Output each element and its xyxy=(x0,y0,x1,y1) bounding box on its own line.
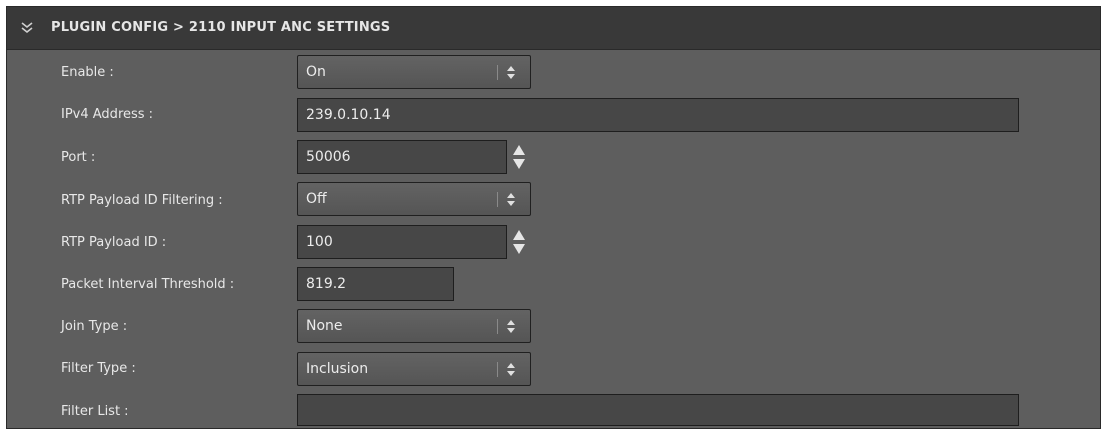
plugin-config-panel: PLUGIN CONFIG > 2110 INPUT ANC SETTINGS … xyxy=(6,6,1101,429)
select-divider xyxy=(497,65,498,80)
packet-interval-threshold-field[interactable]: 819.2 xyxy=(297,267,454,301)
ipv4-address-field[interactable]: 239.0.10.14 xyxy=(297,98,1019,132)
port-label: Port : xyxy=(61,150,96,165)
filter-list-label: Filter List : xyxy=(61,404,129,419)
rtp-payload-filtering-value: Off xyxy=(306,191,327,207)
rtp-payload-id-label: RTP Payload ID : xyxy=(61,235,167,250)
filter-list-field[interactable] xyxy=(297,394,1019,426)
ipv4-address-label: IPv4 Address : xyxy=(61,107,154,122)
select-divider xyxy=(497,319,498,334)
filter-type-value: Inclusion xyxy=(306,361,369,377)
rtp-payload-filtering-select[interactable]: Off xyxy=(297,182,531,216)
panel-header[interactable]: PLUGIN CONFIG > 2110 INPUT ANC SETTINGS xyxy=(7,7,1100,50)
double-chevron-down-icon[interactable] xyxy=(20,21,34,35)
enable-select[interactable]: On xyxy=(297,55,531,89)
up-down-arrows-icon xyxy=(507,363,515,376)
enable-label: Enable : xyxy=(61,65,114,80)
rtp-payload-id-stepper-icon[interactable] xyxy=(511,227,527,257)
filter-type-select[interactable]: Inclusion xyxy=(297,352,531,386)
join-type-select[interactable]: None xyxy=(297,309,531,343)
select-divider xyxy=(497,192,498,207)
up-down-arrows-icon xyxy=(507,193,515,206)
join-type-value: None xyxy=(306,318,343,334)
rtp-payload-filtering-label: RTP Payload ID Filtering : xyxy=(61,193,223,208)
packet-interval-threshold-label: Packet Interval Threshold : xyxy=(61,277,235,292)
port-field[interactable]: 50006 xyxy=(297,140,507,174)
rtp-payload-id-field[interactable]: 100 xyxy=(297,225,507,259)
up-down-arrows-icon xyxy=(507,66,515,79)
up-down-arrows-icon xyxy=(507,320,515,333)
select-divider xyxy=(497,362,498,377)
enable-value: On xyxy=(306,64,326,80)
filter-type-label: Filter Type : xyxy=(61,361,136,376)
join-type-label: Join Type : xyxy=(61,319,128,334)
port-stepper-icon[interactable] xyxy=(511,142,527,172)
panel-title: PLUGIN CONFIG > 2110 INPUT ANC SETTINGS xyxy=(51,20,391,35)
